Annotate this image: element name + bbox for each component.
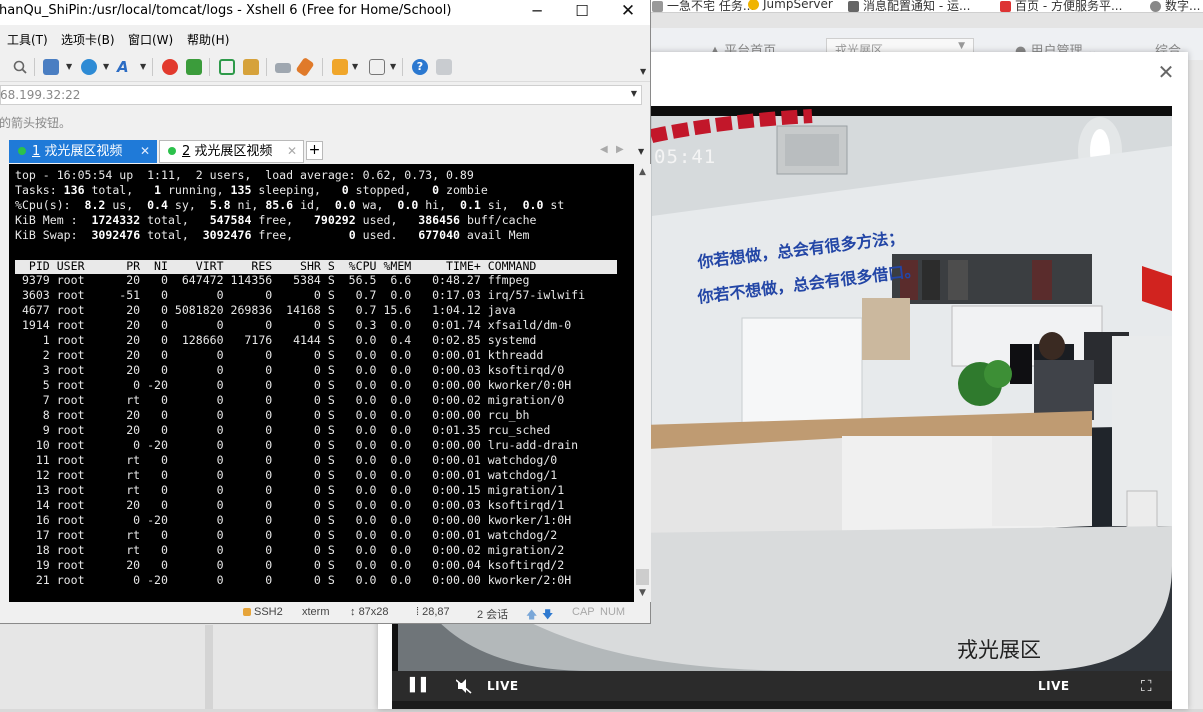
status-bar: SSH2 xterm ↕ 87x28 ⁞ 28,87 2 会话 🡅 🡇 CAP … <box>0 602 650 623</box>
status-num: NUM <box>600 606 626 618</box>
bookmark-item[interactable]: 百页 - 方便服务平... <box>1000 0 1122 14</box>
scrollbar-thumb[interactable] <box>636 569 649 585</box>
xshell-window: hanQu_ShiPin:/usr/local/tomcat/logs - Xs… <box>0 0 651 624</box>
background-left-panel <box>0 625 378 709</box>
scroll-down-icon[interactable]: ▼ <box>634 588 651 598</box>
globe-icon[interactable] <box>81 59 97 75</box>
title-bar: hanQu_ShiPin:/usr/local/tomcat/logs - Xs… <box>0 0 650 25</box>
chevron-down-icon[interactable]: ▼ <box>390 62 396 71</box>
tab-next-icon[interactable]: ▶ <box>616 144 624 155</box>
status-caps: CAP <box>572 606 595 618</box>
arrow-up-icon: 🡅 <box>526 609 538 621</box>
status-sessions: 2 会话 <box>477 609 509 621</box>
top-summary: top - 16:05:54 up 1:11, 2 users, load av… <box>15 168 565 242</box>
help-icon[interactable]: ? <box>412 59 428 75</box>
font-icon[interactable]: A <box>117 59 133 75</box>
minimize-icon[interactable]: ─ <box>514 0 560 25</box>
window-title: hanQu_ShiPin:/usr/local/tomcat/logs - Xs… <box>0 3 452 18</box>
menu-tabs[interactable]: 选项卡(B) <box>61 31 115 48</box>
transfer-icon[interactable] <box>186 59 202 75</box>
toolbar-separator <box>322 58 323 76</box>
address-hint: 的箭头按钮。 <box>0 116 72 130</box>
new-session-icon[interactable] <box>43 59 59 75</box>
process-table-header: PID USER PR NI VIRT RES SHR S %CPU %MEM … <box>15 259 537 273</box>
toolbar-overflow-icon[interactable]: ▼ <box>640 67 646 76</box>
tab-prev-icon[interactable]: ◀ <box>600 144 608 155</box>
tab-session-2[interactable]: 2 戎光展区视频 ✕ <box>159 140 304 163</box>
chevron-down-icon[interactable]: ▼ <box>352 62 358 71</box>
bookmark-item[interactable]: 一急不宅 任务... <box>652 0 754 14</box>
tab-close-icon[interactable]: ✕ <box>140 141 150 162</box>
chevron-down-icon[interactable]: ▼ <box>103 62 109 71</box>
menu-tools[interactable]: 工具(T) <box>7 31 48 48</box>
chevron-down-icon[interactable]: ▼ <box>631 89 637 98</box>
bookmark-icon <box>1000 1 1011 12</box>
address-text: 68.199.32:22 <box>0 88 81 102</box>
chevron-down-icon[interactable]: ▼ <box>140 62 146 71</box>
status-term-type: xterm <box>302 606 330 618</box>
terminal-scrollbar[interactable]: ▲ ▼ <box>634 164 651 602</box>
video-timestamp: 05:41 <box>654 146 717 168</box>
tab-list-icon[interactable]: ▼ <box>638 147 644 156</box>
fullscreen-icon[interactable]: ⛶ <box>1141 671 1152 701</box>
process-table: 9379 root 20 0 647472 114356 5384 S 56.5… <box>21 273 586 587</box>
toolbar-separator <box>152 58 153 76</box>
arrow-down-icon: 🡇 <box>542 609 554 621</box>
lock-icon <box>243 608 251 617</box>
tab-session-1[interactable]: 1 戎光展区视频 ✕ <box>9 140 157 163</box>
menu-window[interactable]: 窗口(W) <box>128 31 173 48</box>
mute-icon[interactable] <box>455 671 472 701</box>
highlight-icon[interactable] <box>295 57 315 77</box>
search-icon[interactable] <box>12 59 28 75</box>
xftp-icon[interactable] <box>162 59 178 75</box>
bookmark-icon <box>652 1 663 12</box>
address-bar[interactable]: 68.199.32:22 ▼ <box>0 85 642 105</box>
video-bottom-bar <box>392 701 1172 709</box>
connected-dot-icon <box>168 146 176 155</box>
menu-help[interactable]: 帮助(H) <box>187 31 229 48</box>
terminal-area[interactable]: top - 16:05:54 up 1:11, 2 users, load av… <box>9 164 651 602</box>
toolbar-separator <box>34 58 35 76</box>
background-scroll-strip <box>1188 60 1203 709</box>
bookmark-icon <box>1150 1 1161 12</box>
connected-dot-icon <box>18 146 26 155</box>
bookmark-item[interactable]: 数字... <box>1150 0 1200 14</box>
video-controls: ▌▌ LIVE LIVE ⛶ <box>392 671 1172 701</box>
fullscreen-toggle-icon[interactable] <box>219 59 235 75</box>
lock-icon[interactable] <box>243 59 259 75</box>
menu-bar: 工具(T) 选项卡(B) 窗口(W) 帮助(H) <box>0 28 650 50</box>
modal-close-icon[interactable]: ✕ <box>1156 62 1176 82</box>
status-protocol: SSH2 <box>243 606 283 618</box>
close-icon[interactable]: ✕ <box>605 0 651 25</box>
mute-icon-svg <box>455 679 472 694</box>
maximize-icon[interactable]: ☐ <box>559 0 605 25</box>
session-tabs: 1 戎光展区视频 ✕ 2 戎光展区视频 ✕ + ◀ ▶ ▼ <box>0 138 650 164</box>
toolbar-separator <box>209 58 210 76</box>
terminal[interactable]: top - 16:05:54 up 1:11, 2 users, load av… <box>9 164 634 602</box>
live-label-right: LIVE <box>1038 679 1070 693</box>
tab-close-icon[interactable]: ✕ <box>287 141 297 162</box>
chat-icon[interactable] <box>436 59 452 75</box>
bookmark-item[interactable]: 消息配置通知 - 运... <box>848 0 970 14</box>
scroll-up-icon[interactable]: ▲ <box>634 167 651 177</box>
toolbar-separator <box>402 58 403 76</box>
add-tab-button[interactable]: + <box>306 141 323 160</box>
video-caption: 戎光展区 <box>957 638 1041 662</box>
layout-icon[interactable] <box>369 59 385 75</box>
pause-icon[interactable]: ▌▌ <box>410 671 432 701</box>
toolbar: ▼ ▼ A ▼ ▼ ▼ ? ▼ <box>0 55 650 82</box>
folder-icon[interactable] <box>332 59 348 75</box>
status-size: ↕ 87x28 <box>350 606 389 618</box>
toolbar-separator <box>266 58 267 76</box>
live-label: LIVE <box>487 679 519 693</box>
chevron-down-icon[interactable]: ▼ <box>66 62 72 71</box>
bookmark-icon <box>848 1 859 12</box>
keyboard-icon[interactable] <box>275 63 291 73</box>
bookmark-icon <box>748 0 759 10</box>
bookmark-item[interactable]: JumpServer <box>748 0 833 11</box>
status-cursor: ⁞ 28,87 <box>416 606 450 618</box>
background-divider <box>205 625 213 709</box>
